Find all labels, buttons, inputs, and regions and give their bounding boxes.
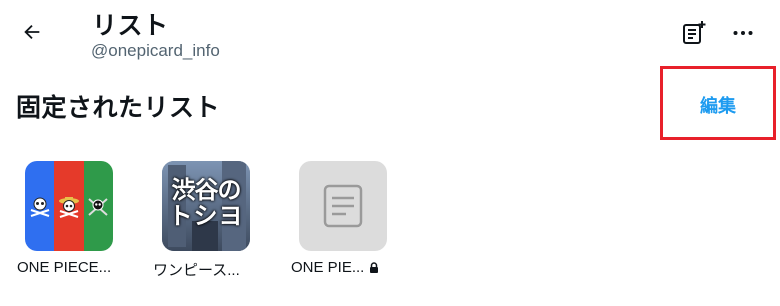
flag-stripe-blue (25, 161, 55, 251)
arrow-left-icon (24, 24, 40, 40)
account-handle: @onepicard_info (91, 41, 220, 60)
list-tile-one-pie-private[interactable] (299, 161, 387, 251)
swords-skull-icon (88, 198, 108, 216)
list-name-3: ONE PIE... (291, 259, 365, 276)
list-tile-one-piece[interactable] (25, 161, 113, 251)
edit-button[interactable]: 編集 (700, 92, 736, 118)
more-horizontal-icon (733, 31, 753, 35)
lock-icon (370, 262, 379, 273)
back-button[interactable] (14, 14, 50, 50)
list-name-2[interactable]: ワンピース... (153, 259, 240, 280)
flag-stripe-red (54, 161, 84, 251)
list-tile-wanpiisu[interactable]: 渋谷の トシヨ (162, 161, 250, 251)
cover-text-line1: 渋谷の (171, 177, 242, 204)
create-list-button[interactable] (676, 15, 712, 51)
skull-flag-icon (30, 197, 49, 217)
create-list-icon (683, 21, 706, 44)
list-name-1[interactable]: ONE PIECE... (17, 259, 111, 276)
page-title: リスト (92, 12, 169, 40)
list-name-3-wrapper[interactable]: ONE PIE... (291, 259, 379, 276)
pinned-lists-title: 固定されたリスト (16, 94, 221, 122)
more-button[interactable] (725, 15, 761, 51)
default-list-icon (323, 184, 363, 228)
flag-stripe-green (83, 161, 113, 251)
cover-text-line2: トシヨ (168, 203, 244, 230)
straw-hat-skull-icon (58, 197, 79, 218)
